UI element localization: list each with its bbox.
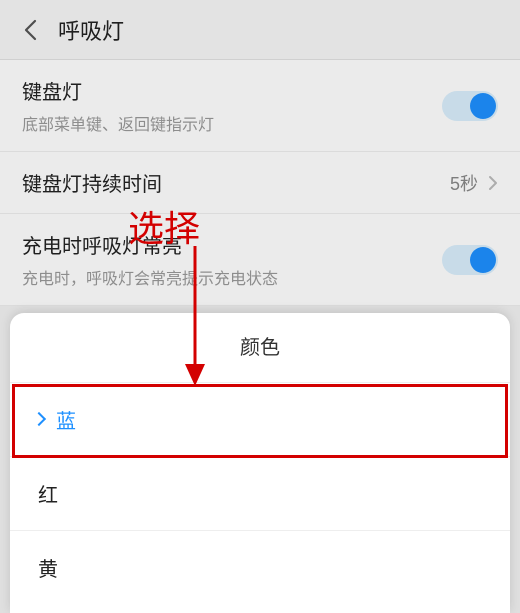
row-charge-breath[interactable]: 充电时呼吸灯常亮 充电时，呼吸灯会常亮提示充电状态: [0, 214, 520, 306]
page-title: 呼吸灯: [58, 14, 124, 46]
toggle-keyboard-light[interactable]: [442, 91, 498, 121]
chevron-right-icon: [488, 175, 498, 191]
toggle-charge-breath[interactable]: [442, 245, 498, 275]
option-label: 黄: [38, 559, 58, 581]
row-value: 5秒: [450, 170, 478, 196]
option-label: 蓝: [56, 411, 76, 433]
option-label: 红: [38, 485, 58, 507]
row-keyboard-light[interactable]: 键盘灯 底部菜单键、返回键指示灯: [0, 60, 520, 152]
toggle-knob: [470, 247, 496, 273]
color-option-blue[interactable]: 蓝: [10, 382, 510, 456]
header: 呼吸灯: [0, 0, 520, 60]
row-label: 键盘灯: [22, 76, 442, 105]
row-texts: 键盘灯持续时间: [22, 168, 450, 197]
settings-list: 键盘灯 底部菜单键、返回键指示灯 键盘灯持续时间 5秒 充电时呼吸灯常亮 充电时…: [0, 60, 520, 306]
row-keyboard-duration[interactable]: 键盘灯持续时间 5秒: [0, 152, 520, 214]
color-option-yellow[interactable]: 黄: [10, 530, 510, 604]
color-options: 蓝 红 黄: [10, 382, 510, 604]
back-button[interactable]: [16, 16, 44, 44]
row-label: 键盘灯持续时间: [22, 168, 450, 197]
row-label: 充电时呼吸灯常亮: [22, 230, 442, 259]
row-texts: 充电时呼吸灯常亮 充电时，呼吸灯会常亮提示充电状态: [22, 230, 442, 289]
row-texts: 键盘灯 底部菜单键、返回键指示灯: [22, 76, 442, 135]
color-sheet: 颜色 蓝 红 黄: [10, 313, 510, 613]
chevron-left-icon: [23, 19, 37, 41]
sheet-title: 颜色: [10, 313, 510, 382]
toggle-knob: [470, 93, 496, 119]
row-sublabel: 充电时，呼吸灯会常亮提示充电状态: [22, 265, 442, 289]
color-option-red[interactable]: 红: [10, 456, 510, 530]
row-sublabel: 底部菜单键、返回键指示灯: [22, 111, 442, 135]
screen: 呼吸灯 键盘灯 底部菜单键、返回键指示灯 键盘灯持续时间 5秒 充电时呼吸灯常亮…: [0, 0, 520, 613]
